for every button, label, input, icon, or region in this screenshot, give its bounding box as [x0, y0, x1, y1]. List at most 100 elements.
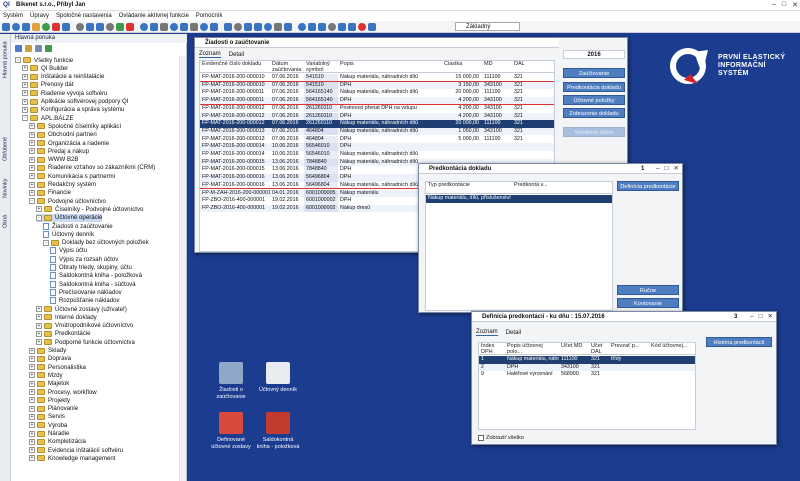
tree-item[interactable]: + WWW B2B	[29, 156, 78, 164]
tree-item[interactable]: + Knowledge management	[29, 454, 115, 462]
toolbar-button-19-icon[interactable]	[190, 22, 198, 31]
expand-icon[interactable]: +	[29, 189, 35, 196]
expand-icon[interactable]: +	[29, 413, 35, 420]
column-header[interactable]: Predkontá v...	[512, 182, 592, 193]
toolbar-button-14-icon[interactable]	[140, 22, 148, 31]
column-header[interactable]: DAL	[512, 61, 542, 72]
desktop-shortcut-journal[interactable]: Účtovný denník	[256, 362, 300, 394]
table-row[interactable]: FP-MAT-2016-200-000011 07.06.2016 56416514…	[200, 89, 554, 97]
expand-icon[interactable]: +	[29, 405, 35, 412]
toolbar-button-2-icon[interactable]	[12, 22, 20, 31]
maximize-icon[interactable]: □	[759, 312, 763, 322]
filter-select[interactable]: Základný	[455, 22, 520, 31]
expand-icon[interactable]: +	[36, 339, 42, 346]
tree-item[interactable]: + Evidencia inštalácií softvéru	[29, 446, 123, 454]
tree-item[interactable]: + Číselníky - Podvojné účtovníctvo	[36, 205, 143, 213]
accounting-items-button[interactable]: Účtovné položky	[563, 95, 625, 105]
tree-item[interactable]: + Komunikácia s partnermi	[29, 172, 115, 180]
tree-item[interactable]: + Financie	[29, 189, 71, 197]
tree-item[interactable]: - Všetky funkcie	[15, 56, 73, 64]
table-row[interactable]: 2 DPH 343100 321	[479, 363, 695, 372]
tree-item[interactable]: + Prenosy dát	[22, 81, 74, 89]
expand-icon[interactable]: +	[22, 98, 28, 105]
expand-icon[interactable]: +	[29, 380, 35, 387]
tab-detail[interactable]: Detail	[229, 52, 244, 58]
toolbar-button-11-icon[interactable]	[106, 22, 114, 31]
expand-icon[interactable]: +	[29, 164, 35, 171]
minimize-icon[interactable]: –	[772, 1, 776, 9]
tree-item[interactable]: + Predkontácie	[36, 330, 91, 338]
menu-help[interactable]: Pomocník	[196, 13, 223, 19]
table-row[interactable]: FP-MAT-2016-200-000011 07.06.2016 56416514…	[200, 97, 554, 105]
tree-item[interactable]: + Kompletizácia	[29, 438, 86, 446]
toolbar-button-30-icon[interactable]	[308, 22, 316, 31]
expand-icon[interactable]: +	[29, 156, 35, 163]
toolbar-button-16-icon[interactable]	[160, 22, 168, 31]
menu-active-function[interactable]: Ovládanie aktívnej funkcie	[119, 13, 189, 19]
tree-item[interactable]: + Riadenie vzťahov so zákazníkmi (CRM)	[29, 164, 155, 172]
expand-icon[interactable]: +	[29, 148, 35, 155]
tree-item[interactable]: + Majetok	[29, 380, 69, 388]
expand-icon[interactable]: +	[22, 106, 28, 113]
table-row[interactable]: FP-MAT-2016-200-000010 07.06.2016 541510 DP…	[200, 81, 554, 90]
side-tab-main-menu[interactable]: Hlavná ponuka	[1, 38, 10, 82]
tree-item[interactable]: + Náradie	[29, 430, 69, 438]
expand-icon[interactable]: +	[29, 355, 35, 362]
column-header[interactable]: Typ predkontácie	[426, 182, 512, 193]
close-icon[interactable]: ✕	[792, 1, 798, 9]
tree-item[interactable]: Prečíslovanie nákladov	[50, 288, 122, 296]
tree-item[interactable]: - Doklady bez účtovných položiek	[43, 239, 149, 247]
column-header[interactable]: Popis	[338, 61, 442, 72]
close-icon[interactable]: ✕	[768, 312, 773, 322]
expand-icon[interactable]: +	[36, 206, 42, 213]
expand-icon[interactable]: +	[29, 389, 35, 395]
column-header[interactable]: Dátum zaúčtovania	[270, 61, 304, 72]
minimize-icon[interactable]: –	[656, 164, 660, 174]
tab-list[interactable]: Zoznam	[199, 51, 221, 58]
toolbar-button-24-icon[interactable]	[244, 22, 252, 31]
table-row[interactable]: 1 Nákup materiálu, náhra 111100 321 třídy	[479, 356, 695, 364]
expand-icon[interactable]: +	[36, 306, 42, 312]
maximize-icon[interactable]: □	[665, 164, 669, 174]
tree-item[interactable]: + Konfigurácia a správa systému	[22, 106, 124, 114]
tree-item[interactable]: + Obchodní partneri	[29, 131, 97, 139]
tree-item[interactable]: + Organizácia a riadenie	[29, 139, 109, 147]
column-header[interactable]: Prevzať p...	[609, 343, 649, 354]
tree-item[interactable]: Účtovný denník	[43, 230, 94, 238]
menu-edit[interactable]: Úpravy	[30, 13, 49, 19]
collapse-icon[interactable]: -	[36, 214, 42, 221]
table-row[interactable]: 9 Haléřové vyrovnání 568900 321	[479, 371, 695, 379]
tree-item[interactable]: Obraty triedy, skupiny, účtu	[50, 264, 132, 272]
tree-item[interactable]: Rozpúšťanie nákladov	[50, 297, 120, 305]
posting-button[interactable]: Zaúčtovanie	[563, 68, 625, 78]
tree-item[interactable]: Žiadosti o zaúčtovanie	[43, 222, 113, 230]
expand-icon[interactable]: +	[22, 73, 28, 80]
side-tab-favorites[interactable]: Obľúbené	[1, 134, 10, 164]
tree-item[interactable]: - Účtovné operácie	[36, 213, 103, 222]
tab-list[interactable]: Zoznam	[476, 329, 498, 336]
toolbar-button-31-icon[interactable]	[318, 22, 326, 31]
toolbar-button-29-icon[interactable]	[298, 22, 306, 31]
expand-icon[interactable]: +	[29, 397, 35, 404]
desktop-shortcut-ledger[interactable]: Saldokontná kniha - položková	[256, 412, 300, 450]
toolbar-button-13-icon[interactable]	[126, 22, 134, 31]
tree-item[interactable]: + Vnútropodnikové účtovníctvo	[36, 322, 133, 330]
sample-accounts-button[interactable]: Vzorkové účtov	[563, 127, 625, 137]
toolbar-button-7-icon[interactable]	[62, 22, 70, 31]
toolbar-button-5-icon[interactable]	[42, 22, 50, 31]
toolbar-button-34-icon[interactable]	[348, 22, 356, 31]
table-row[interactable]: FP-MAT-2016-200-000012 07.06.2016 26126011…	[200, 120, 554, 128]
expand-icon[interactable]: +	[29, 140, 35, 146]
desktop-shortcut-defined-reports[interactable]: Definované účtovné zostavy	[209, 412, 253, 450]
expand-icon[interactable]: +	[22, 65, 28, 72]
column-header[interactable]: Index DPH	[479, 343, 505, 354]
toolbar-button-6-icon[interactable]	[52, 22, 60, 31]
toolbar-button-8-icon[interactable]	[76, 22, 84, 31]
table-row[interactable]: Nákup materiálu, dílů, příslušenství	[426, 195, 612, 203]
collapse-icon[interactable]	[35, 45, 42, 52]
toolbar-button-25-icon[interactable]	[254, 22, 262, 31]
add-icon[interactable]	[45, 45, 52, 52]
close-icon[interactable]: ✕	[674, 164, 679, 174]
toolbar-button-9-icon[interactable]	[86, 22, 94, 31]
tree-item[interactable]: Saldokontná kniha - súčtová	[50, 280, 136, 288]
